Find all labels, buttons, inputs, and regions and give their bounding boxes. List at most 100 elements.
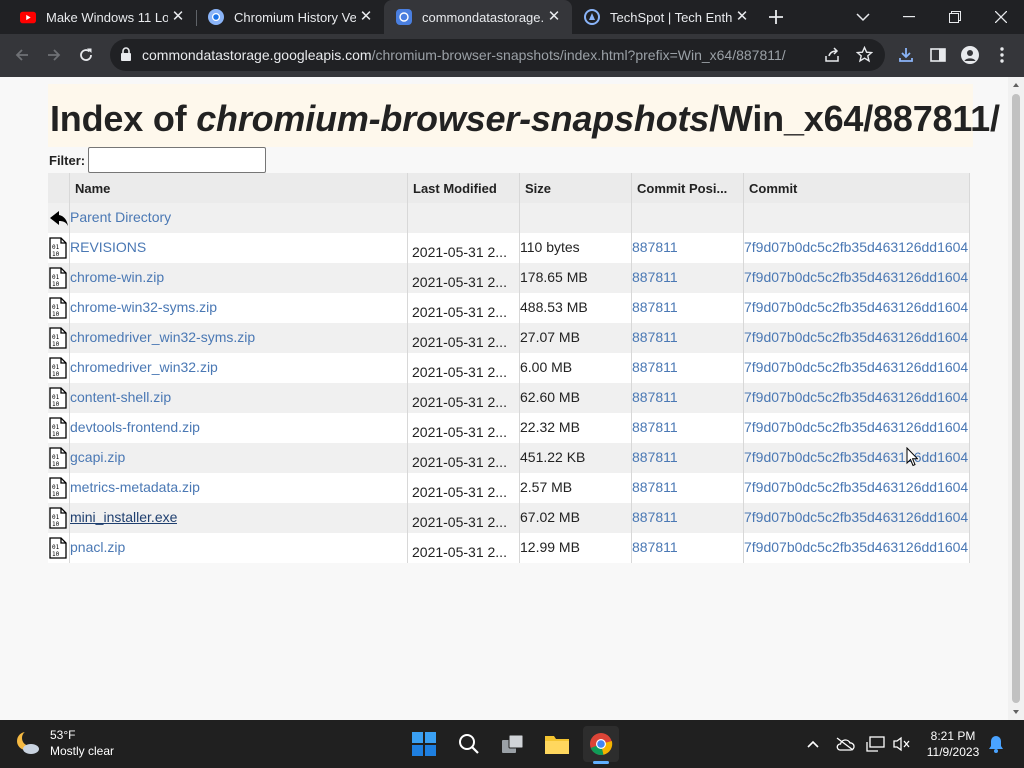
back-button[interactable] [6, 39, 38, 71]
show-hidden-icons-button[interactable] [803, 734, 823, 754]
chromium-icon [208, 9, 224, 25]
reload-button[interactable] [70, 39, 102, 71]
minimize-button[interactable] [886, 0, 932, 34]
close-tab-icon[interactable]: ✕ [170, 9, 186, 25]
commit-hash-link[interactable]: 7f9d07b0dc5c2fb35d463126dd1604 [744, 539, 968, 555]
commit-position-link[interactable]: 887811 [632, 389, 678, 405]
column-header-size[interactable]: Size [519, 173, 631, 203]
close-tab-icon[interactable]: ✕ [734, 9, 750, 25]
commit-hash-link[interactable]: 7f9d07b0dc5c2fb35d463126dd1604 [744, 479, 968, 495]
weather-widget[interactable]: 53°F Mostly clear [14, 728, 114, 758]
commit-position-link[interactable]: 887811 [632, 239, 678, 255]
tab-search-button[interactable] [840, 0, 886, 34]
file-name-link[interactable]: metrics-metadata.zip [70, 479, 200, 495]
onedrive-tray-icon[interactable] [835, 734, 855, 754]
close-window-button[interactable] [978, 0, 1024, 34]
search-button[interactable] [451, 726, 487, 762]
network-tray-icon[interactable] [866, 734, 886, 754]
scroll-down-icon[interactable] [1012, 709, 1020, 715]
svg-text:01: 01 [52, 514, 60, 521]
start-button[interactable] [406, 726, 442, 762]
url-text[interactable]: commondatastorage.googleapis.com/chromiu… [142, 47, 786, 63]
commit-hash-link[interactable]: 7f9d07b0dc5c2fb35d463126dd1604 [744, 419, 968, 435]
vertical-scrollbar[interactable] [1008, 77, 1024, 720]
last-modified-cell: 2021-05-31 2... [412, 244, 507, 260]
file-name-link[interactable]: pnacl.zip [70, 539, 125, 555]
tab-chromium-history[interactable]: Chromium History Ver ✕ [196, 0, 384, 34]
task-view-button[interactable] [495, 726, 531, 762]
close-tab-icon[interactable]: ✕ [546, 9, 562, 25]
commit-position-link[interactable]: 887811 [632, 479, 678, 495]
column-header-commit[interactable]: Commit [743, 173, 970, 203]
commit-hash-link[interactable]: 7f9d07b0dc5c2fb35d463126dd1604 [744, 299, 968, 315]
file-name-link[interactable]: chromedriver_win32.zip [70, 359, 218, 375]
column-header-name[interactable]: Name [69, 173, 407, 203]
file-table: Name Last Modified Size Commit Posi... C… [48, 173, 970, 563]
url-host: commondatastorage.googleapis.com [142, 47, 372, 63]
svg-text:10: 10 [52, 401, 60, 408]
commit-hash-link[interactable]: 7f9d07b0dc5c2fb35d463126dd1604 [744, 449, 968, 465]
parent-directory-link[interactable]: Parent Directory [70, 209, 171, 225]
clock[interactable]: 8:21 PM 11/9/2023 [922, 729, 984, 759]
tab-techspot[interactable]: TechSpot | Tech Enthu ✕ [572, 0, 760, 34]
commit-hash-link[interactable]: 7f9d07b0dc5c2fb35d463126dd1604 [744, 239, 968, 255]
task-view-icon [502, 734, 524, 753]
file-name-link[interactable]: devtools-frontend.zip [70, 419, 200, 435]
binary-file-icon: 0110 [49, 447, 67, 469]
svg-text:10: 10 [52, 311, 60, 318]
commit-position-link[interactable]: 887811 [632, 539, 678, 555]
commit-hash-link[interactable]: 7f9d07b0dc5c2fb35d463126dd1604 [744, 509, 968, 525]
file-name-link[interactable]: gcapi.zip [70, 449, 125, 465]
scroll-up-icon[interactable] [1012, 82, 1020, 88]
commit-position-link[interactable]: 887811 [632, 359, 678, 375]
svg-text:10: 10 [52, 431, 60, 438]
size-cell: 27.07 MB [520, 329, 580, 345]
commit-hash-link[interactable]: 7f9d07b0dc5c2fb35d463126dd1604 [744, 269, 968, 285]
commit-position-link[interactable]: 887811 [632, 269, 678, 285]
restore-button[interactable] [932, 0, 978, 34]
more-menu-icon[interactable] [986, 39, 1018, 71]
commit-position-link[interactable]: 887811 [632, 299, 678, 315]
table-row: 01 10 pnacl.zip 2021-05-31 2... 12.99 MB 8878… [48, 533, 970, 563]
file-name-link[interactable]: content-shell.zip [70, 389, 171, 405]
commit-position-link[interactable]: 887811 [632, 509, 678, 525]
commit-hash-link[interactable]: 7f9d07b0dc5c2fb35d463126dd1604 [744, 359, 968, 375]
bookmark-star-icon[interactable] [855, 45, 874, 68]
close-tab-icon[interactable]: ✕ [358, 9, 374, 25]
commit-position-link[interactable]: 887811 [632, 449, 678, 465]
file-explorer-button[interactable] [539, 726, 575, 762]
scrollbar-thumb[interactable] [1012, 94, 1020, 703]
chrome-taskbar-button[interactable] [583, 726, 619, 764]
volume-tray-icon[interactable] [892, 734, 912, 754]
tab-make-windows-11[interactable]: Make Windows 11 Loo ✕ [8, 0, 196, 34]
file-name-link[interactable]: chromedriver_win32-syms.zip [70, 329, 255, 345]
notifications-button[interactable] [986, 734, 1006, 754]
forward-button[interactable] [38, 39, 70, 71]
column-header-last-modified[interactable]: Last Modified [407, 173, 519, 203]
commit-position-link[interactable]: 887811 [632, 329, 678, 345]
binary-file-icon: 0110 [49, 327, 67, 349]
table-row: 01 10 devtools-frontend.zip 2021-05-31 2...… [48, 413, 970, 443]
tab-commondatastorage[interactable]: commondatastorage.g ✕ [384, 0, 572, 34]
last-modified-cell: 2021-05-31 2... [412, 514, 507, 530]
share-icon[interactable] [824, 47, 840, 68]
filter-input[interactable] [88, 147, 266, 173]
file-name-link[interactable]: chrome-win.zip [70, 269, 164, 285]
side-panel-button[interactable] [922, 39, 954, 71]
lock-icon[interactable] [120, 47, 132, 67]
globe-icon [396, 9, 412, 25]
commit-position-link[interactable]: 887811 [632, 419, 678, 435]
file-name-link[interactable]: REVISIONS [70, 239, 146, 255]
profile-avatar[interactable] [954, 39, 986, 71]
download-button[interactable] [890, 39, 922, 71]
address-bar[interactable]: commondatastorage.googleapis.com/chromiu… [110, 39, 885, 71]
browser-toolbar: commondatastorage.googleapis.com/chromiu… [0, 34, 1024, 77]
commit-hash-link[interactable]: 7f9d07b0dc5c2fb35d463126dd1604 [744, 329, 968, 345]
new-tab-button[interactable] [754, 0, 798, 34]
svg-text:01: 01 [52, 364, 60, 371]
commit-hash-link[interactable]: 7f9d07b0dc5c2fb35d463126dd1604 [744, 389, 968, 405]
column-header-commit-position[interactable]: Commit Posi... [631, 173, 743, 203]
file-name-link[interactable]: chrome-win32-syms.zip [70, 299, 217, 315]
file-name-link[interactable]: mini_installer.exe [70, 509, 177, 525]
speaker-muted-icon [893, 736, 910, 752]
